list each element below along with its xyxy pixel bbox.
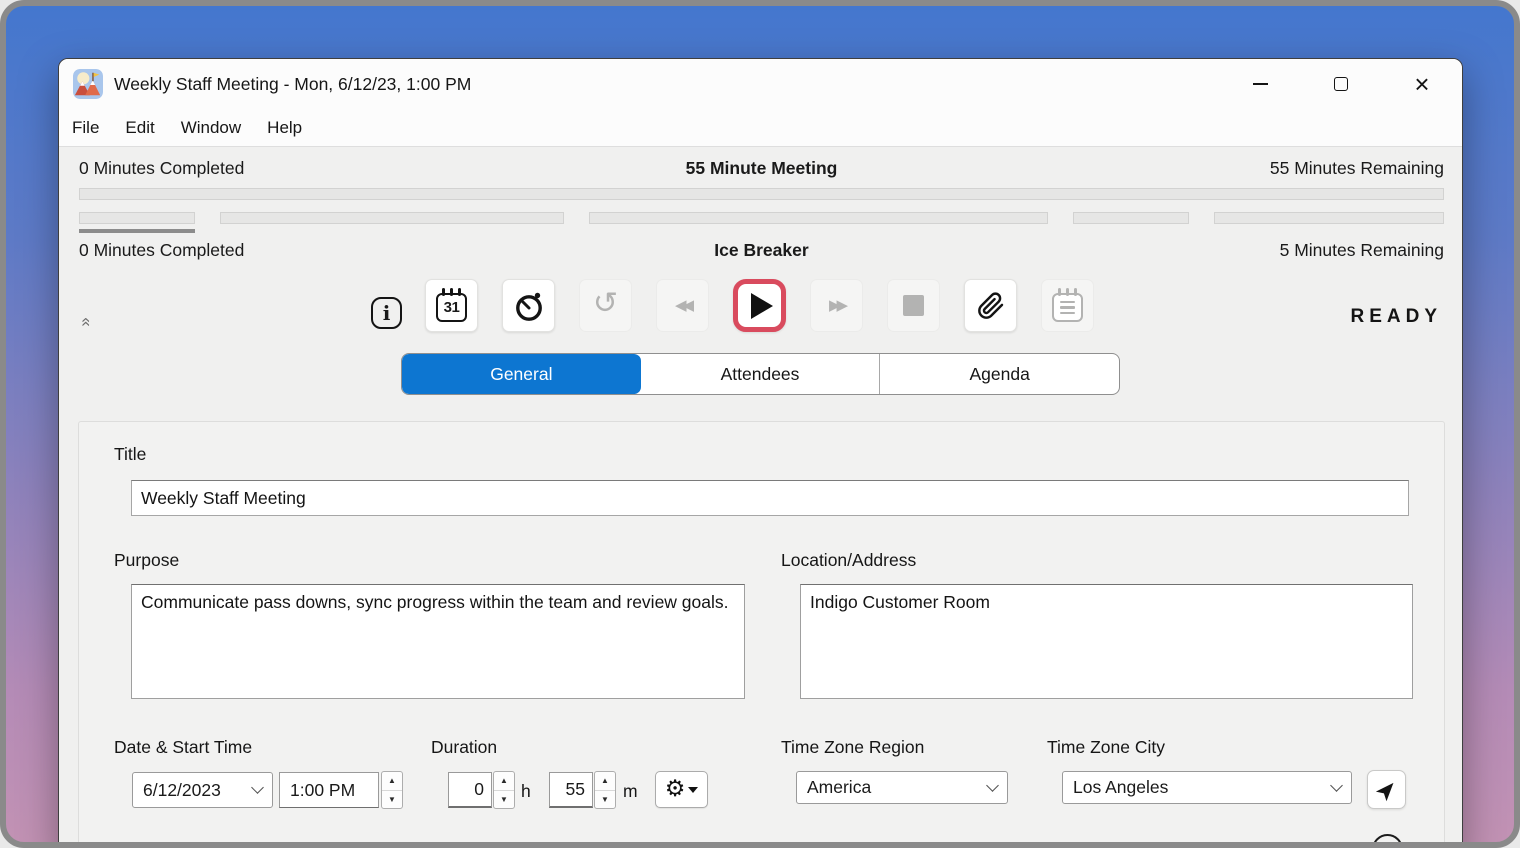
minutes-unit-label: m <box>623 781 638 802</box>
close-icon: × <box>1414 71 1429 97</box>
datetime-field-label: Date & Start Time <box>114 737 252 758</box>
attachments-button[interactable] <box>964 279 1017 332</box>
use-current-location-button[interactable] <box>1367 770 1406 809</box>
chevron-down-icon <box>1330 779 1343 792</box>
agenda-progress-labels: 0 Minutes Completed Ice Breaker 5 Minute… <box>79 240 1444 264</box>
agenda-segment <box>1214 212 1444 224</box>
collapse-panel-button[interactable]: « <box>79 311 95 331</box>
navigation-arrow-icon <box>1371 774 1402 805</box>
menu-edit[interactable]: Edit <box>125 118 154 138</box>
agenda-remaining-label: 5 Minutes Remaining <box>1280 240 1444 261</box>
tab-attendees[interactable]: Attendees <box>641 354 880 394</box>
duration-settings-button[interactable]: ⚙ <box>655 771 708 808</box>
hours-unit-label: h <box>521 781 531 802</box>
overall-progress-labels: 0 Minutes Completed 55 Minute Meeting 55… <box>79 158 1444 182</box>
fast-forward-icon: ▶▶ <box>829 298 844 313</box>
tab-agenda[interactable]: Agenda <box>879 354 1119 394</box>
play-icon <box>751 293 773 319</box>
purpose-field-label: Purpose <box>114 550 179 571</box>
menu-bar: File Edit Window Help <box>59 109 1462 147</box>
title-field-label: Title <box>114 444 146 465</box>
play-button[interactable] <box>733 279 786 332</box>
purpose-textarea[interactable]: Communicate pass downs, sync progress wi… <box>131 584 745 699</box>
tz-city-field-label: Time Zone City <box>1047 737 1165 758</box>
tz-city-select[interactable]: Los Angeles <box>1062 771 1352 804</box>
agenda-segment <box>589 212 1047 224</box>
stop-icon <box>903 295 924 316</box>
menu-window[interactable]: Window <box>181 118 241 138</box>
current-agenda-item-label: Ice Breaker <box>79 240 1444 261</box>
info-icon: i <box>371 297 402 329</box>
location-textarea[interactable]: Indigo Customer Room <box>800 584 1413 699</box>
window-title: Weekly Staff Meeting - Mon, 6/12/23, 1:0… <box>114 74 471 95</box>
chevron-down-icon <box>986 779 999 792</box>
overall-progress-bar <box>79 188 1444 200</box>
timer-button[interactable] <box>502 279 555 332</box>
overall-remaining-label: 55 Minutes Remaining <box>1270 158 1444 179</box>
location-field-label: Location/Address <box>781 550 916 571</box>
minimize-button[interactable] <box>1246 70 1274 98</box>
tab-general[interactable]: General <box>402 354 641 394</box>
agenda-segment <box>220 212 564 224</box>
duration-hours-spinner[interactable]: ▲ ▼ <box>493 771 515 809</box>
meeting-length-label: 55 Minute Meeting <box>79 158 1444 179</box>
screenshot-frame: Weekly Staff Meeting - Mon, 6/12/23, 1:0… <box>0 0 1520 848</box>
spin-down-icon[interactable]: ▼ <box>382 791 402 809</box>
spin-down-icon[interactable]: ▼ <box>494 791 514 809</box>
app-icon <box>73 69 103 99</box>
timer-icon <box>512 289 546 323</box>
close-button[interactable]: × <box>1408 70 1436 98</box>
duration-hours-input[interactable]: 0 <box>448 772 492 808</box>
info-button[interactable]: i <box>371 297 402 329</box>
agenda-segment <box>1073 212 1189 224</box>
tz-region-field-label: Time Zone Region <box>781 737 924 758</box>
caret-down-icon <box>688 787 698 793</box>
rewind-icon: ◀◀ <box>675 298 690 313</box>
reset-button: ↺ <box>579 279 632 332</box>
date-select[interactable]: 6/12/2023 <box>132 772 273 808</box>
date-value: 6/12/2023 <box>143 780 253 801</box>
paperclip-icon <box>977 292 1005 320</box>
agenda-segment <box>79 212 195 224</box>
tab-bar: General Attendees Agenda <box>401 353 1120 395</box>
menu-help[interactable]: Help <box>267 118 302 138</box>
time-spinner[interactable]: ▲ ▼ <box>381 771 403 809</box>
calendar-icon: 31 <box>436 293 467 322</box>
stop-button <box>887 279 940 332</box>
rewind-button: ◀◀ <box>656 279 709 332</box>
maximize-button[interactable] <box>1327 70 1355 98</box>
notes-icon <box>1052 293 1083 322</box>
status-badge: READY <box>1350 306 1442 328</box>
spin-down-icon[interactable]: ▼ <box>595 791 615 809</box>
calendar-button[interactable]: 31 <box>425 279 478 332</box>
title-input[interactable]: Weekly Staff Meeting <box>131 480 1409 516</box>
fast-forward-button: ▶▶ <box>810 279 863 332</box>
reset-icon: ↺ <box>593 289 618 319</box>
gear-icon: ⚙ <box>665 778 686 801</box>
spin-up-icon[interactable]: ▲ <box>595 772 615 791</box>
maximize-icon <box>1334 77 1348 91</box>
notes-button <box>1041 279 1094 332</box>
app-window: Weekly Staff Meeting - Mon, 6/12/23, 1:0… <box>58 58 1463 848</box>
tz-city-value: Los Angeles <box>1073 777 1332 798</box>
tz-region-value: America <box>807 777 988 798</box>
duration-field-label: Duration <box>431 737 497 758</box>
time-input[interactable]: 1:00 PM <box>279 772 379 808</box>
chevron-down-icon <box>251 781 264 794</box>
minimize-icon <box>1253 83 1268 85</box>
menu-file[interactable]: File <box>72 118 99 138</box>
title-bar: Weekly Staff Meeting - Mon, 6/12/23, 1:0… <box>59 59 1462 109</box>
agenda-segments <box>79 212 1444 224</box>
spin-up-icon[interactable]: ▲ <box>494 772 514 791</box>
meeting-toolbar: 31 ↺ ◀◀ ▶▶ <box>425 279 1094 332</box>
chevrons-up-icon: « <box>77 317 97 324</box>
spin-up-icon[interactable]: ▲ <box>382 772 402 791</box>
tz-region-select[interactable]: America <box>796 771 1008 804</box>
duration-minutes-input[interactable]: 55 <box>549 772 593 808</box>
duration-minutes-spinner[interactable]: ▲ ▼ <box>594 771 616 809</box>
